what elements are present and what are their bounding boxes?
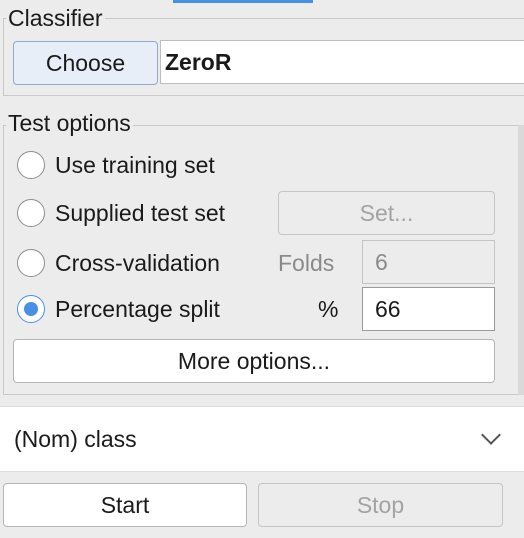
- classifier-name-field[interactable]: ZeroR: [160, 40, 524, 84]
- use-training-set-label: Use training set: [55, 152, 215, 178]
- choose-button[interactable]: Choose: [13, 41, 158, 85]
- active-tab-indicator: [173, 0, 313, 3]
- percentage-field[interactable]: 66: [362, 287, 495, 331]
- class-select-value: (Nom) class: [14, 425, 137, 452]
- folds-field[interactable]: 6: [362, 240, 495, 284]
- test-options-group-title: Test options: [6, 110, 133, 136]
- cross-validation-radio[interactable]: [17, 249, 45, 277]
- more-options-button[interactable]: More options...: [13, 339, 495, 383]
- set-button[interactable]: Set...: [278, 191, 495, 235]
- supplied-test-set-label: Supplied test set: [55, 200, 226, 226]
- class-select[interactable]: (Nom) class: [0, 406, 524, 472]
- supplied-test-set-radio[interactable]: [17, 199, 45, 227]
- start-button[interactable]: Start: [3, 483, 247, 527]
- percentage-split-radio[interactable]: [17, 295, 45, 323]
- classifier-group-title: Classifier: [6, 5, 105, 31]
- percent-symbol: %: [318, 296, 339, 322]
- stop-button[interactable]: Stop: [258, 483, 503, 527]
- cross-validation-label: Cross-validation: [55, 250, 220, 276]
- percentage-split-label: Percentage split: [55, 296, 220, 322]
- folds-label: Folds: [278, 250, 335, 276]
- scroll-edge: [518, 125, 524, 395]
- use-training-set-radio[interactable]: [17, 151, 45, 179]
